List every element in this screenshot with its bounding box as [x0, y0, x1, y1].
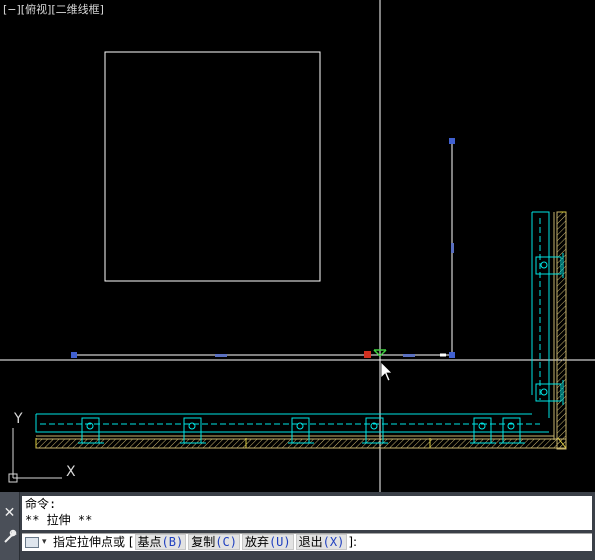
- command-history: 命令: ** 拉伸 **: [22, 496, 592, 530]
- bracket-close: ]:: [348, 535, 358, 549]
- option-base-point[interactable]: 基点(B): [134, 534, 187, 550]
- command-prompt-icon[interactable]: [25, 537, 39, 548]
- command-prompt-line: 指定拉伸点或 [基点(B) 复制(C) 放弃(U) 退出(X)]:: [53, 534, 357, 551]
- command-input[interactable]: ▾ 指定拉伸点或 [基点(B) 复制(C) 放弃(U) 退出(X)]:: [22, 533, 592, 551]
- prompt-text: 指定拉伸点或: [53, 535, 126, 549]
- grip-corner[interactable]: [449, 352, 455, 358]
- bracket-open: [: [128, 535, 134, 549]
- grip-mid-vertical[interactable]: [451, 243, 454, 253]
- option-exit[interactable]: 退出(X): [295, 534, 348, 550]
- square-outline[interactable]: [104, 51, 321, 282]
- grip-top[interactable]: [449, 138, 455, 144]
- close-icon[interactable]: ✕: [2, 506, 17, 521]
- ucs-x-label: X: [66, 464, 76, 480]
- dimension-ticks: [35, 211, 567, 449]
- command-line-sidebar: ✕: [0, 492, 20, 560]
- grip-mid-left[interactable]: [215, 354, 227, 357]
- option-undo[interactable]: 放弃(U): [241, 534, 294, 550]
- grip-left[interactable]: [71, 352, 77, 358]
- command-line-panel: ✕ 命令: ** 拉伸 ** ▾ 指定拉伸点或 [基点(B) 复制(C) 放弃(U)…: [0, 492, 595, 560]
- grip-mid-right[interactable]: [403, 354, 415, 357]
- chevron-down-icon[interactable]: ▾: [42, 534, 47, 551]
- wall-right[interactable]: [531, 211, 567, 450]
- wrench-icon[interactable]: [2, 529, 17, 544]
- grip-hot[interactable]: [364, 351, 371, 358]
- drawing-canvas[interactable]: Y X: [0, 0, 595, 492]
- history-line-2: ** 拉伸 **: [25, 513, 93, 527]
- option-copy[interactable]: 复制(C): [188, 534, 240, 550]
- mouse-cursor-icon: [380, 361, 393, 382]
- drawing-viewport[interactable]: Y X [−][俯视][二维线框]: [0, 0, 595, 492]
- history-line-1: 命令:: [25, 497, 57, 511]
- selected-polyline[interactable]: [74, 141, 453, 356]
- viewport-controls-label[interactable]: [−][俯视][二维线框]: [3, 3, 104, 17]
- ucs-y-label: Y: [13, 411, 23, 427]
